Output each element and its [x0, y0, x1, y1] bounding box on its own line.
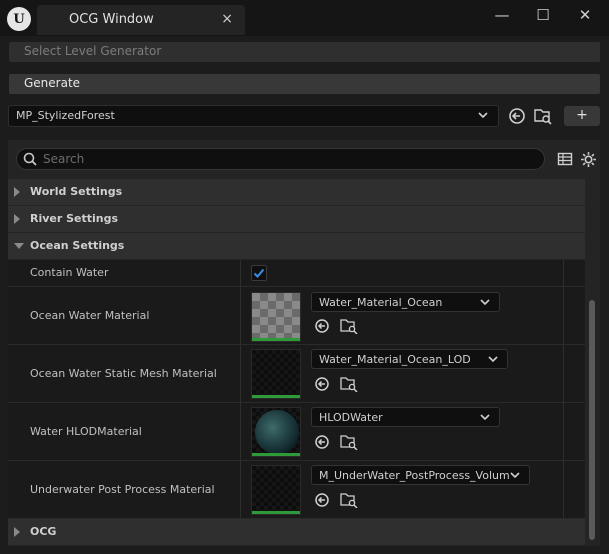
- generate-button[interactable]: Generate: [9, 74, 600, 94]
- category-label: Ocean Settings: [30, 239, 125, 252]
- title-bar: U OCG Window × — ☐ ✕: [0, 0, 609, 40]
- column-divider: [563, 403, 564, 460]
- minimize-icon[interactable]: —: [490, 6, 514, 26]
- column-divider: [240, 260, 241, 286]
- category-label: World Settings: [30, 185, 123, 198]
- column-divider: [563, 287, 564, 344]
- property-row-underwater-post-process-material: Underwater Post Process Material M_Under…: [8, 461, 585, 519]
- chevron-down-icon: [488, 356, 498, 363]
- scrollbar-thumb[interactable]: [589, 300, 595, 540]
- property-label: Ocean Water Material: [30, 309, 150, 322]
- material-combo[interactable]: Water_Material_Ocean: [311, 292, 500, 312]
- material-thumbnail[interactable]: [251, 407, 301, 457]
- use-selected-icon[interactable]: [507, 106, 527, 126]
- use-selected-icon[interactable]: [314, 492, 332, 508]
- material-combo[interactable]: Water_Material_Ocean_LOD: [311, 349, 508, 369]
- material-combo-value: Water_Material_Ocean: [319, 296, 443, 309]
- material-combo[interactable]: M_UnderWater_PostProcess_Volume: [311, 465, 530, 485]
- window-tab[interactable]: OCG Window ×: [37, 5, 245, 35]
- maximize-icon[interactable]: ☐: [531, 6, 555, 26]
- search-input[interactable]: Search: [16, 148, 545, 170]
- expand-arrow-icon: [14, 527, 20, 537]
- dark-preview: [252, 350, 300, 398]
- use-selected-icon[interactable]: [314, 434, 332, 450]
- search-icon: [23, 152, 37, 166]
- dark-preview: [252, 466, 300, 514]
- browse-folder-icon[interactable]: [533, 106, 553, 126]
- material-thumbnail[interactable]: [251, 349, 301, 399]
- property-label: Contain Water: [30, 266, 109, 279]
- asset-combo[interactable]: MP_StylizedForest: [8, 105, 499, 127]
- app-logo-icon: U: [7, 7, 31, 31]
- chevron-down-icon: [480, 414, 490, 421]
- category-world-settings[interactable]: World Settings: [8, 179, 585, 205]
- column-divider: [240, 287, 241, 344]
- column-divider: [563, 345, 564, 402]
- property-label: Ocean Water Static Mesh Material: [30, 367, 217, 380]
- thumbnail-asset-bar: [252, 511, 300, 514]
- checker-preview: [252, 293, 300, 341]
- thumbnail-asset-bar: [252, 453, 300, 456]
- column-divider: [563, 260, 564, 286]
- expand-arrow-icon: [14, 187, 20, 197]
- contain-water-checkbox[interactable]: [251, 265, 267, 281]
- thumbnail-asset-bar: [252, 395, 300, 398]
- material-thumbnail[interactable]: [251, 292, 301, 342]
- browse-folder-icon[interactable]: [340, 492, 358, 508]
- checkmark-icon: [253, 268, 265, 278]
- property-label: Water HLODMaterial: [30, 425, 142, 438]
- property-row-water-hlod-material: Water HLODMaterial HLODWater: [8, 403, 585, 461]
- search-placeholder: Search: [43, 152, 85, 166]
- column-divider: [240, 345, 241, 402]
- category-label: OCG: [30, 525, 57, 538]
- collapse-arrow-icon: [14, 243, 24, 249]
- material-combo-value: HLODWater: [319, 411, 383, 424]
- chevron-down-icon: [478, 112, 488, 119]
- category-ocean-settings[interactable]: Ocean Settings: [8, 233, 585, 259]
- use-selected-icon[interactable]: [314, 318, 332, 334]
- category-river-settings[interactable]: River Settings: [8, 206, 585, 232]
- column-divider: [240, 461, 241, 518]
- gear-icon[interactable]: [580, 151, 597, 168]
- material-thumbnail[interactable]: [251, 465, 301, 515]
- material-combo[interactable]: HLODWater: [311, 407, 500, 427]
- add-button[interactable]: +: [564, 106, 600, 126]
- thumbnail-asset-bar: [252, 338, 300, 341]
- column-divider: [240, 403, 241, 460]
- column-divider: [563, 461, 564, 518]
- table-icon[interactable]: [557, 151, 573, 167]
- category-label: River Settings: [30, 212, 119, 225]
- chevron-down-icon: [509, 469, 521, 481]
- property-row-contain-water: Contain Water: [8, 260, 585, 287]
- tab-title: OCG Window: [69, 12, 154, 27]
- property-label: Underwater Post Process Material: [30, 483, 215, 496]
- browse-folder-icon[interactable]: [340, 318, 358, 334]
- select-level-generator-button[interactable]: Select Level Generator: [9, 42, 600, 62]
- expand-arrow-icon: [14, 214, 20, 224]
- asset-combo-value: MP_StylizedForest: [16, 109, 115, 122]
- close-icon[interactable]: ✕: [573, 6, 597, 26]
- browse-folder-icon[interactable]: [340, 434, 358, 450]
- use-selected-icon[interactable]: [314, 376, 332, 392]
- chevron-down-icon: [480, 299, 490, 306]
- sphere-preview: [255, 410, 299, 454]
- browse-folder-icon[interactable]: [340, 376, 358, 392]
- property-row-ocean-water-static-mesh-material: Ocean Water Static Mesh Material Water_M…: [8, 345, 585, 403]
- tab-close-icon[interactable]: ×: [221, 11, 233, 27]
- property-row-ocean-water-material: Ocean Water Material Water_Material_Ocea…: [8, 287, 585, 345]
- material-combo-value: M_UnderWater_PostProcess_Volume: [319, 469, 517, 482]
- material-combo-value: Water_Material_Ocean_LOD: [319, 353, 471, 366]
- category-ocg[interactable]: OCG: [8, 519, 585, 545]
